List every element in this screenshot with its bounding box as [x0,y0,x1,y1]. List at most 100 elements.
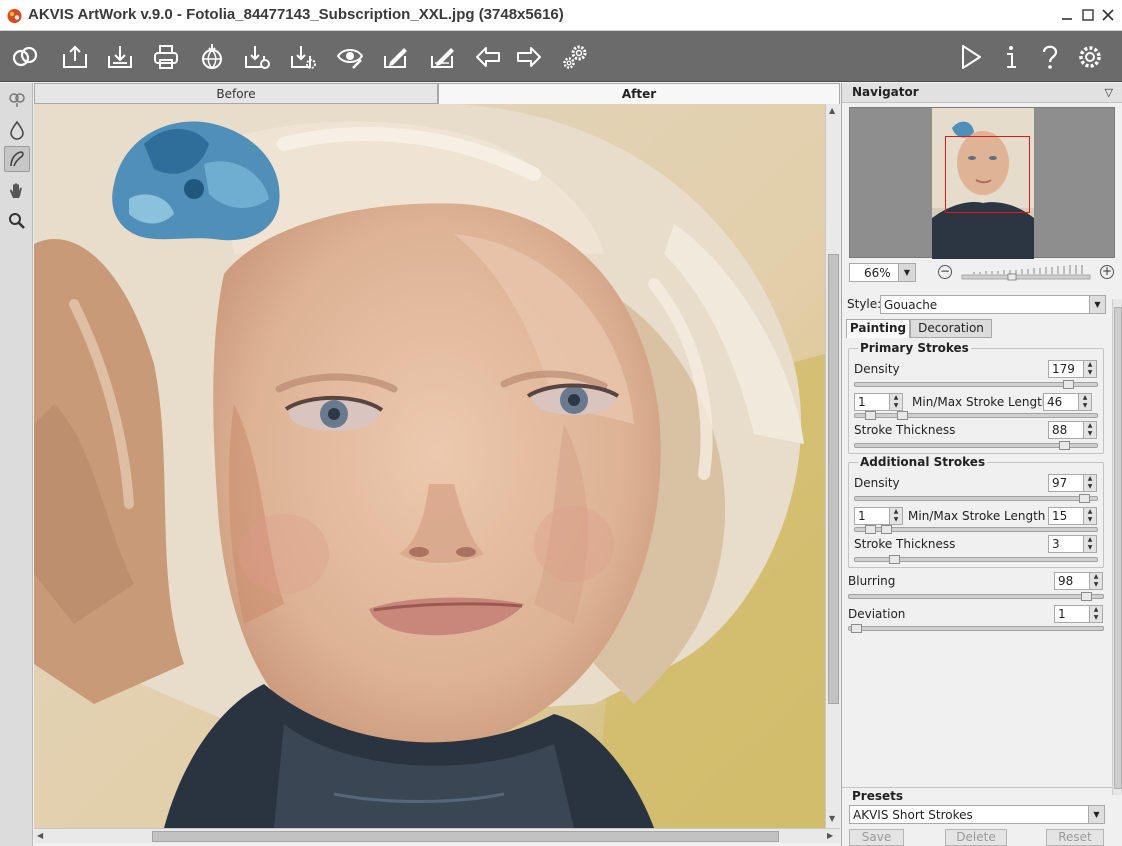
redo-button[interactable] [512,40,546,74]
additional-thickness-label: Stroke Thickness [854,537,956,551]
navigator-preview[interactable] [849,107,1115,259]
info-button[interactable] [994,40,1028,74]
plugin-button[interactable] [286,40,320,74]
sample-tool[interactable] [4,86,30,112]
primary-min-length-spinbox[interactable]: 1 ▲ ▼ [854,393,903,411]
primary-length-slider[interactable] [854,411,1098,420]
drop-tool[interactable] [4,117,30,143]
additional-density-value: 97 [1052,476,1068,490]
tab-decoration[interactable]: Decoration [910,319,992,338]
spin-arrows-icon[interactable]: ▲ ▼ [1083,508,1096,524]
app-menu-button[interactable] [8,40,42,74]
sample-icon [9,93,25,107]
zoom-in-icon[interactable]: + [1100,265,1114,279]
style-dropdown[interactable]: Gouache ▼ [880,295,1106,314]
slider-knob[interactable] [1081,592,1092,601]
undo-button[interactable] [471,40,505,74]
chevron-down-icon[interactable]: ▼ [898,264,915,281]
blurring-slider[interactable] [848,592,1104,601]
run-icon [962,45,981,69]
additional-min-length-spinbox[interactable]: 1 ▲ ▼ [854,507,903,525]
spin-arrows-icon[interactable]: ▲ ▼ [1083,422,1096,438]
spin-arrows-icon[interactable]: ▲ ▼ [889,508,902,524]
print-button[interactable] [149,40,183,74]
preview-button[interactable] [333,40,367,74]
settings-scroll-thumb[interactable] [1114,307,1122,789]
preferences-button[interactable] [1073,40,1107,74]
collapse-icon[interactable]: ▽ [1105,86,1113,99]
primary-max-length-spinbox[interactable]: 46 ▲ ▼ [1043,393,1092,411]
primary-density-slider[interactable] [854,380,1098,389]
spin-arrows-icon[interactable]: ▲ ▼ [1089,573,1102,589]
deviation-spinbox[interactable]: 1 ▲ ▼ [1054,605,1103,623]
primary-thickness-slider[interactable] [854,441,1098,450]
stroke-icon [10,151,24,167]
reset-preset-button[interactable]: Reset [1046,829,1104,846]
batch-button[interactable] [240,40,274,74]
settings-scrollbar[interactable] [1112,299,1122,795]
blurring-spinbox[interactable]: 98 ▲ ▼ [1054,572,1103,590]
canvas-vertical-scrollbar[interactable]: ▲ ▼ [825,104,840,828]
slider-knob[interactable] [865,411,876,420]
brush-save-button[interactable] [426,40,460,74]
canvas-vertical-scroll-thumb[interactable] [828,254,839,704]
spin-arrows-icon[interactable]: ▲ ▼ [1083,475,1096,491]
share-button[interactable] [195,40,229,74]
primary-thickness-spinbox[interactable]: 88 ▲ ▼ [1048,421,1097,439]
canvas-horizontal-scrollbar[interactable]: ◀ ▶ [34,828,840,843]
zoom-tool[interactable] [4,208,30,234]
brush-edit-button[interactable] [379,40,413,74]
presets-value: AKVIS Short Strokes [853,808,973,822]
presets-dropdown[interactable]: AKVIS Short Strokes ▼ [849,805,1105,824]
spin-arrows-icon[interactable]: ▲ ▼ [889,394,902,410]
slider-knob[interactable] [1063,380,1074,389]
additional-thickness-slider[interactable] [854,555,1098,564]
additional-min-length-value: 1 [858,509,866,523]
spin-arrows-icon[interactable]: ▲ ▼ [1083,536,1096,552]
chevron-down-icon[interactable]: ▼ [1089,296,1105,313]
stroke-tool[interactable] [4,146,30,172]
open-button[interactable] [58,40,92,74]
maximize-icon[interactable] [1079,6,1097,24]
primary-density-spinbox[interactable]: 179 ▲ ▼ [1048,360,1097,378]
slider-knob[interactable] [851,624,862,633]
additional-density-spinbox[interactable]: 97 ▲ ▼ [1048,474,1097,492]
slider-knob[interactable] [897,411,908,420]
slider-knob[interactable] [865,525,876,534]
additional-length-slider[interactable] [854,525,1098,534]
slider-knob[interactable] [1079,494,1090,503]
delete-preset-button[interactable]: Delete [945,829,1007,846]
help-button[interactable] [1033,40,1067,74]
spin-arrows-icon[interactable]: ▲ ▼ [1089,606,1102,622]
tab-before[interactable]: Before [34,83,438,104]
slider-knob[interactable] [1059,441,1070,450]
settings-button[interactable] [558,40,592,74]
preferences-icon [1079,46,1101,68]
slider-knob[interactable] [889,555,900,564]
run-button[interactable] [953,40,987,74]
save-button[interactable] [103,40,137,74]
navigator-viewport-frame[interactable] [945,136,1030,213]
hand-tool[interactable] [4,178,30,204]
spin-arrows-icon[interactable]: ▲ ▼ [1083,361,1096,377]
deviation-slider[interactable] [848,624,1104,633]
slider-knob[interactable] [881,525,892,534]
info-icon [1007,46,1016,68]
additional-thickness-spinbox[interactable]: 3 ▲ ▼ [1048,535,1097,553]
primary-length-label: Min/Max Stroke Length [912,395,1050,409]
close-icon[interactable] [1099,6,1117,24]
title-bar: AKVIS ArtWork v.9.0 - Fotolia_84477143_S… [0,0,1122,31]
minimize-icon[interactable] [1058,6,1076,24]
additional-max-length-spinbox[interactable]: 15 ▲ ▼ [1048,507,1097,525]
zoom-slider[interactable] [960,263,1092,281]
additional-density-slider[interactable] [854,494,1098,503]
chevron-down-icon[interactable]: ▼ [1088,806,1104,823]
tab-after[interactable]: After [438,83,840,104]
save-preset-button[interactable]: Save [849,829,904,846]
zoom-out-icon[interactable]: − [938,265,952,279]
tab-painting[interactable]: Painting [846,319,910,338]
zoom-dropdown[interactable]: 66% ▼ [849,263,916,282]
spin-arrows-icon[interactable]: ▲ ▼ [1078,394,1091,410]
image-canvas[interactable] [34,104,825,828]
canvas-horizontal-scroll-thumb[interactable] [152,831,779,842]
